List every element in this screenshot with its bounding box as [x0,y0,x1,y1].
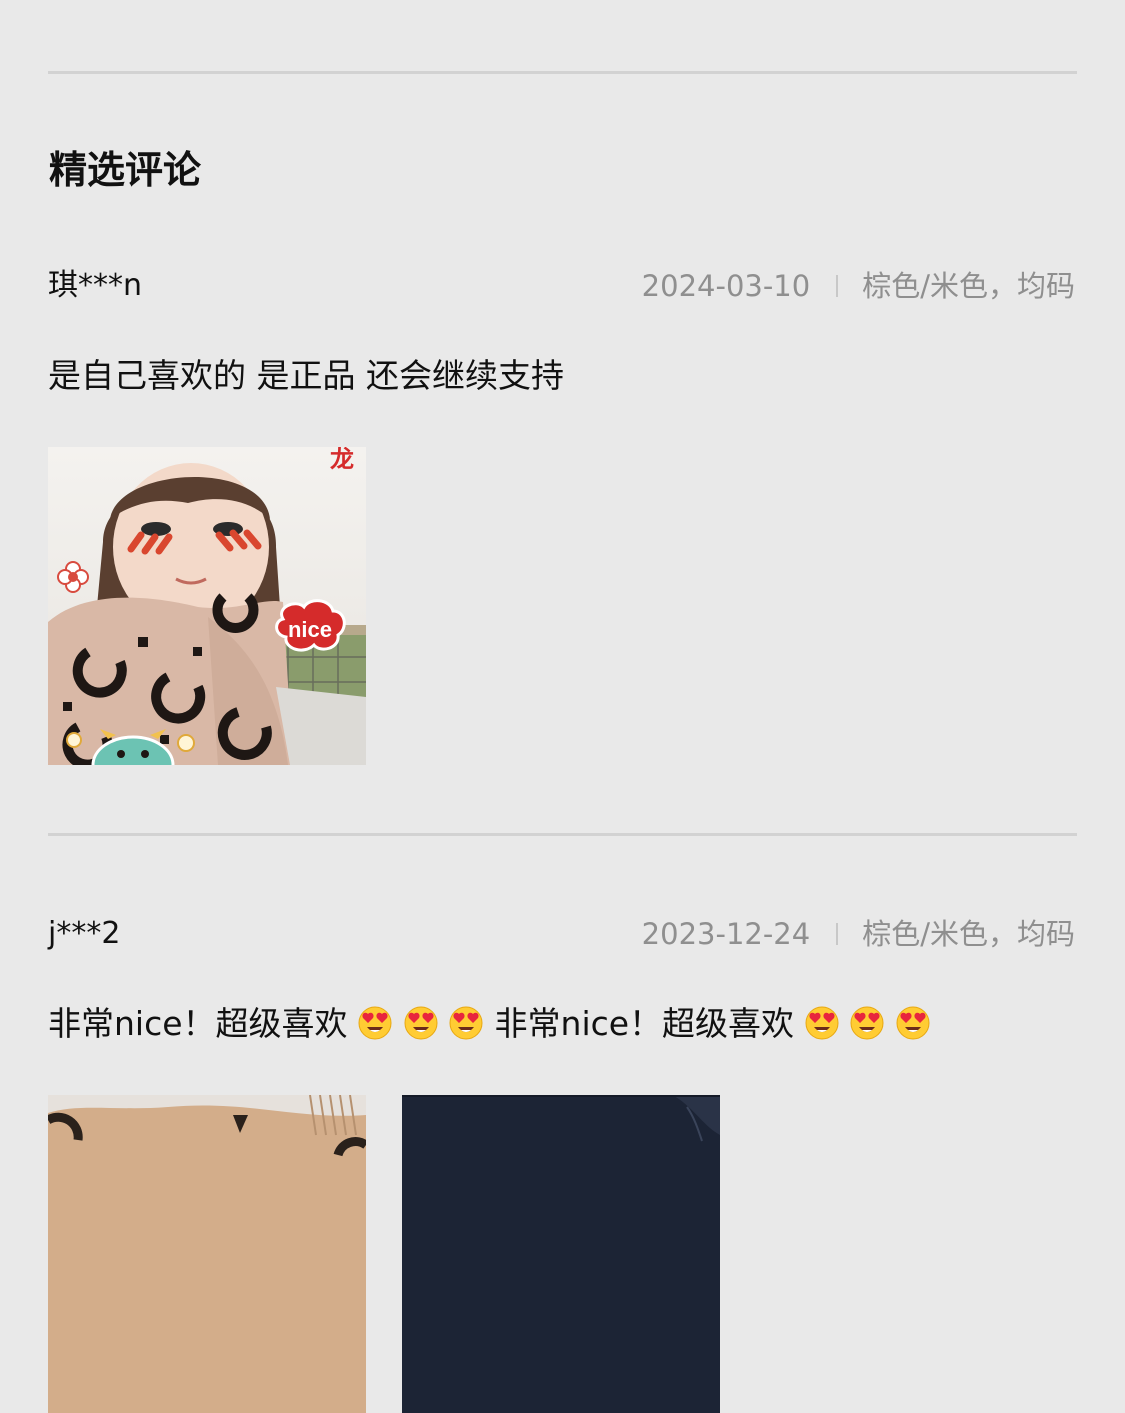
review-text: 是自己喜欢的 是正品 还会继续支持 [48,356,564,395]
review-text: 非常nice！超级喜欢 非常nice！超级喜欢 [48,1002,931,1046]
review-meta: 琪***n 2024-03-10 棕色/米色，均码 [48,266,1077,306]
review-divider [48,833,1077,836]
review-variant: 棕色/米色，均码 [862,917,1075,951]
heart-eyes-emoji [449,1006,483,1040]
review-text-part: 非常nice！超级喜欢 [494,1004,795,1043]
emoji-group [794,1004,931,1043]
review-meta-right: 2024-03-10 棕色/米色，均码 [642,266,1075,306]
emoji-group [348,1004,495,1043]
heart-eyes-emoji [850,1006,884,1040]
heart-eyes-emoji [805,1006,839,1040]
section-title: 精选评论 [49,148,202,192]
review-date: 2024-03-10 [641,269,811,303]
dragon-character-sticker: 龙 [330,447,354,473]
heart-eyes-emoji [358,1006,392,1040]
review-meta: j***2 2023-12-24 棕色/米色，均码 [48,914,1077,954]
review-photo[interactable] [48,1095,366,1413]
review-photo-image: nice 龙 [48,447,366,765]
review-photo-image [48,1095,366,1413]
review-text-part: 非常nice！超级喜欢 [48,1004,348,1043]
svg-text:nice: nice [288,617,332,642]
reviewer-name: 琪***n [48,268,143,303]
meta-separator [836,923,839,945]
review-item: 琪***n 2024-03-10 棕色/米色，均码 是自己喜欢的 是正品 还会继… [48,266,1077,765]
heart-eyes-emoji [896,1006,930,1040]
reviewer-name: j***2 [48,916,121,951]
review-photo[interactable]: nice 龙 [48,447,366,765]
review-item: j***2 2023-12-24 棕色/米色，均码 非常nice！超级喜欢 非常… [48,914,1077,1413]
top-divider [48,71,1077,74]
review-meta-right: 2023-12-24 棕色/米色，均码 [642,914,1075,954]
review-variant: 棕色/米色，均码 [862,269,1075,303]
review-photo-image [402,1095,720,1413]
review-photo[interactable] [402,1095,720,1413]
heart-eyes-emoji [404,1006,438,1040]
review-date: 2023-12-24 [641,917,811,951]
meta-separator [836,275,839,297]
